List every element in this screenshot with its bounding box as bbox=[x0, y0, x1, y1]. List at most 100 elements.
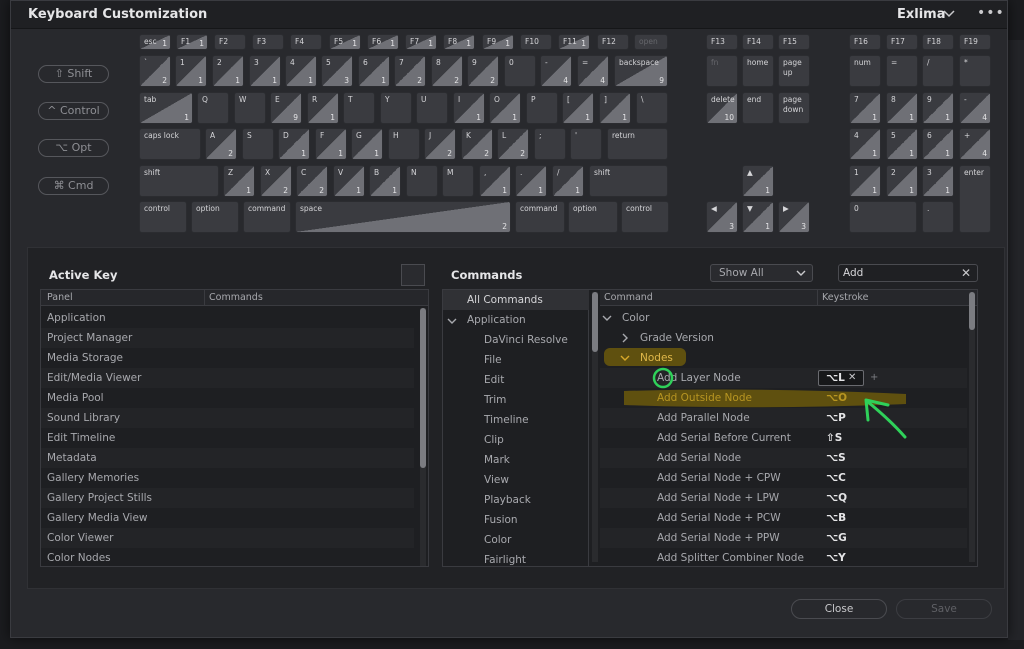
panel-row[interactable]: Media Storage bbox=[41, 348, 414, 368]
command-row[interactable]: Add Serial Node + LPW ⌥Q bbox=[600, 488, 967, 508]
panel-row[interactable]: Gallery Memories bbox=[41, 468, 414, 488]
key-f1[interactable]: F1 1 bbox=[176, 34, 208, 50]
key-g[interactable]: G1 bbox=[351, 128, 383, 160]
tree-item[interactable]: Edit bbox=[484, 370, 504, 390]
panel-row[interactable]: Media Pool bbox=[41, 388, 414, 408]
category-color[interactable]: Color bbox=[622, 308, 649, 328]
tree-item-all-commands[interactable]: All Commands bbox=[443, 290, 589, 310]
tree-item[interactable]: Clip bbox=[484, 430, 504, 450]
key-delete[interactable]: delete 10 bbox=[706, 92, 738, 124]
key-enter[interactable]: enter bbox=[959, 165, 991, 233]
key-2[interactable]: 21 bbox=[886, 165, 918, 197]
key-control[interactable]: control bbox=[139, 201, 187, 233]
key-symbol[interactable]: /1 bbox=[552, 165, 584, 197]
category-grade-version[interactable]: Grade Version bbox=[640, 328, 714, 348]
key-5[interactable]: 53 bbox=[321, 55, 353, 87]
key-j[interactable]: J2 bbox=[424, 128, 456, 160]
tree-item[interactable]: Mark bbox=[484, 450, 510, 470]
key-shift[interactable]: shift bbox=[139, 165, 219, 197]
tree-item[interactable]: File bbox=[484, 350, 502, 370]
option-modifier-button[interactable]: ⌥ Opt bbox=[38, 139, 109, 157]
command-row[interactable]: Add Parallel Node ⌥P bbox=[600, 408, 967, 428]
key-symbol[interactable]: \ bbox=[636, 92, 668, 124]
key-symbol[interactable]: -4 bbox=[959, 92, 991, 124]
panel-row[interactable]: Project Manager bbox=[41, 328, 414, 348]
key-symbol[interactable]: ▲ 1 bbox=[742, 165, 774, 197]
key-symbol[interactable]: ] 1 bbox=[599, 92, 631, 124]
key-f17[interactable]: F17 bbox=[886, 34, 918, 50]
key-6[interactable]: 61 bbox=[922, 128, 954, 160]
key-space[interactable]: space 2 bbox=[295, 201, 511, 233]
key-e[interactable]: E9 bbox=[270, 92, 302, 124]
tree-item[interactable]: Color bbox=[484, 530, 511, 550]
show-all-dropdown[interactable]: Show All bbox=[710, 264, 813, 282]
key-f11[interactable]: F11 1 bbox=[558, 34, 590, 50]
chevron-down-icon[interactable] bbox=[620, 353, 630, 363]
scrollbar-thumb[interactable] bbox=[420, 308, 426, 468]
shift-modifier-button[interactable]: ⇧ Shift bbox=[38, 65, 109, 83]
key-3[interactable]: 31 bbox=[249, 55, 281, 87]
key-symbol[interactable]: +4 bbox=[959, 128, 991, 160]
key-t[interactable]: T bbox=[343, 92, 375, 124]
add-keystroke-button[interactable]: + bbox=[870, 368, 878, 388]
command-row[interactable]: Add Serial Node + CPW ⌥C bbox=[600, 468, 967, 488]
key-h[interactable]: H bbox=[388, 128, 420, 160]
command-row[interactable]: Add Serial Node + PCW ⌥B bbox=[600, 508, 967, 528]
tree-item[interactable]: Fairlight bbox=[484, 550, 526, 566]
key-f16[interactable]: F16 bbox=[849, 34, 881, 50]
key-f2[interactable]: F2 bbox=[214, 34, 246, 50]
key-f8[interactable]: F8 1 bbox=[443, 34, 475, 50]
chevron-down-icon[interactable] bbox=[602, 313, 612, 323]
chevron-right-icon[interactable] bbox=[620, 333, 630, 343]
key-option[interactable]: option bbox=[568, 201, 618, 233]
command-list-scrollbar[interactable] bbox=[969, 292, 975, 562]
command-row[interactable]: Add Serial Node ⌥S bbox=[600, 448, 967, 468]
key-symbol[interactable]: [1 bbox=[562, 92, 594, 124]
chevron-down-icon[interactable] bbox=[941, 6, 957, 22]
key-r[interactable]: R1 bbox=[307, 92, 339, 124]
key-symbol[interactable]: ` 2 bbox=[139, 55, 171, 87]
key-2[interactable]: 21 bbox=[212, 55, 244, 87]
key-m[interactable]: M bbox=[442, 165, 474, 197]
key-command[interactable]: command bbox=[515, 201, 565, 233]
close-button[interactable]: Close bbox=[791, 599, 887, 619]
key-d[interactable]: D1 bbox=[278, 128, 310, 160]
key-8[interactable]: 81 bbox=[886, 92, 918, 124]
key-f15[interactable]: F15 bbox=[778, 34, 810, 50]
key-symbol[interactable]: ▶ 3 bbox=[778, 201, 810, 233]
key-9[interactable]: 92 bbox=[467, 55, 499, 87]
key-p[interactable]: P bbox=[526, 92, 558, 124]
panel-row[interactable]: Edit Timeline bbox=[41, 428, 414, 448]
key-f3[interactable]: F3 bbox=[252, 34, 284, 50]
key-0[interactable]: 0 bbox=[849, 201, 917, 233]
scrollbar-thumb[interactable] bbox=[969, 292, 975, 330]
preset-name[interactable]: Exlima bbox=[897, 7, 946, 22]
key-5[interactable]: 51 bbox=[886, 128, 918, 160]
panel-row[interactable]: Application bbox=[41, 308, 414, 328]
key-end[interactable]: end bbox=[742, 92, 774, 124]
key-f4[interactable]: F4 bbox=[290, 34, 322, 50]
key-symbol[interactable]: . bbox=[922, 201, 954, 233]
key-page-down[interactable]: page down bbox=[778, 92, 810, 124]
panel-row[interactable]: Color Nodes bbox=[41, 548, 414, 566]
key-tab[interactable]: tab 1 bbox=[139, 92, 193, 124]
key-7[interactable]: 71 bbox=[849, 92, 881, 124]
key-home[interactable]: home bbox=[742, 55, 774, 87]
key-y[interactable]: Y bbox=[380, 92, 412, 124]
key-symbol[interactable]: .1 bbox=[515, 165, 547, 197]
key-f9[interactable]: F9 1 bbox=[482, 34, 514, 50]
key-option[interactable]: option bbox=[191, 201, 239, 233]
key-u[interactable]: U bbox=[416, 92, 448, 124]
key-9[interactable]: 91 bbox=[922, 92, 954, 124]
key-symbol[interactable]: ▼ 1 bbox=[742, 201, 774, 233]
key-f18[interactable]: F18 bbox=[922, 34, 954, 50]
control-modifier-button[interactable]: ^ Control bbox=[38, 102, 109, 120]
command-row[interactable]: Add Splitter Combiner Node ⌥Y bbox=[600, 548, 967, 566]
key-i[interactable]: I1 bbox=[453, 92, 485, 124]
chevron-down-icon[interactable] bbox=[447, 316, 457, 326]
key-symbol[interactable]: = bbox=[886, 55, 918, 87]
clear-search-icon[interactable]: ✕ bbox=[961, 265, 971, 281]
remove-keystroke-icon[interactable]: ✕ bbox=[848, 368, 856, 388]
key-0[interactable]: 0 bbox=[504, 55, 536, 87]
panel-row[interactable]: Edit/Media Viewer bbox=[41, 368, 414, 388]
